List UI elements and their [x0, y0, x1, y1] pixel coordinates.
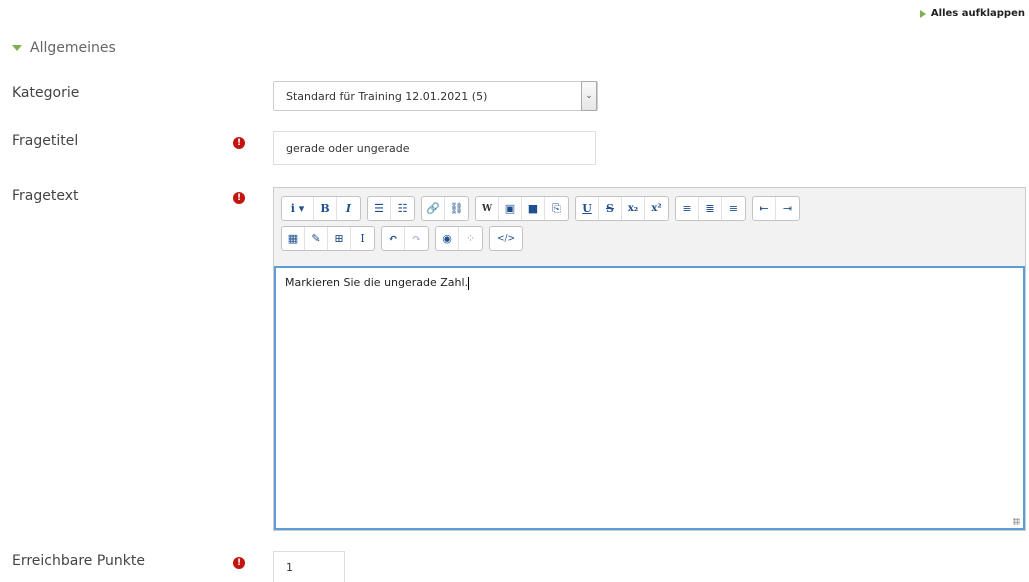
- required-icon: !: [233, 137, 245, 149]
- ordered-list-icon[interactable]: ☷: [391, 197, 414, 220]
- link-icon[interactable]: 🔗: [422, 197, 445, 220]
- unlink-icon[interactable]: ⛓: [445, 197, 468, 220]
- title-input[interactable]: gerade oder ungerade: [273, 131, 596, 165]
- edit-icon[interactable]: ✎: [305, 227, 328, 250]
- category-label: Kategorie: [12, 85, 80, 101]
- toolbar-group-format: U S x₂ x²: [575, 196, 669, 221]
- toolbar-group-lists: ☰ ☷: [367, 196, 415, 221]
- unordered-list-icon[interactable]: ☰: [368, 197, 391, 220]
- toolbar-group-align: ≡ ≣ ≡: [675, 196, 746, 221]
- toolbar-row-1: i ▾ B I ☰ ☷ 🔗 ⛓ W ▣ ■ ⎘ U S x₂ x² ≡ ≣ ≡ …: [281, 196, 1025, 221]
- underline-button[interactable]: U: [576, 197, 599, 220]
- indent-icon[interactable]: ⇥: [776, 197, 799, 220]
- rich-text-editor: i ▾ B I ☰ ☷ 🔗 ⛓ W ▣ ■ ⎘ U S x₂ x² ≡ ≣ ≡ …: [273, 187, 1026, 531]
- toolbar-group-history: ↶ ↷: [381, 226, 429, 251]
- points-label: Erreichbare Punkte: [12, 553, 146, 569]
- editor-text: Markieren Sie die ungerade Zahl.: [285, 276, 469, 289]
- paragraph-style-button[interactable]: i ▾: [282, 197, 314, 220]
- italic-button[interactable]: I: [337, 197, 360, 220]
- text-label: Fragetext: [12, 188, 79, 204]
- video-icon[interactable]: ■: [522, 197, 545, 220]
- toolbar-group-accessibility: ◉ ⁘: [435, 226, 483, 251]
- bold-button[interactable]: B: [314, 197, 337, 220]
- expand-all-label: Alles aufklappen: [930, 8, 1025, 19]
- editor-toolbar: i ▾ B I ☰ ☷ 🔗 ⛓ W ▣ ■ ⎘ U S x₂ x² ≡ ≣ ≡ …: [274, 188, 1025, 251]
- table-icon[interactable]: ⊞: [328, 227, 351, 250]
- section-toggle-allgemeines[interactable]: Allgemeines: [12, 40, 116, 56]
- section-title: Allgemeines: [30, 40, 116, 56]
- toolbar-group-html: </>: [489, 226, 523, 251]
- category-select[interactable]: Standard für Training 12.01.2021 (5) ⌄: [273, 81, 598, 111]
- expand-triangle-icon: [919, 9, 926, 18]
- points-input[interactable]: 1: [273, 551, 345, 582]
- category-value: Standard für Training 12.01.2021 (5): [286, 89, 488, 103]
- calculator-icon[interactable]: ▦: [282, 227, 305, 250]
- strikethrough-button[interactable]: S: [599, 197, 622, 220]
- align-center-icon[interactable]: ≣: [699, 197, 722, 220]
- subscript-button[interactable]: x₂: [622, 197, 645, 220]
- outdent-icon[interactable]: ⇤: [753, 197, 776, 220]
- image-icon[interactable]: ▣: [499, 197, 522, 220]
- toolbar-group-indent: ⇤ ⇥: [752, 196, 800, 221]
- html-source-icon[interactable]: </>: [490, 227, 522, 250]
- toolbar-group-insert: ▦ ✎ ⊞ Ⅰ: [281, 226, 375, 251]
- text-caret: [468, 276, 470, 290]
- accessibility-icon[interactable]: ◉: [436, 227, 459, 250]
- word-paste-icon[interactable]: W: [476, 197, 499, 220]
- toolbar-group-media: W ▣ ■ ⎘: [475, 196, 569, 221]
- redo-icon[interactable]: ↷: [405, 227, 428, 250]
- undo-icon[interactable]: ↶: [382, 227, 405, 250]
- required-icon: !: [233, 192, 245, 204]
- toolbar-group-links: 🔗 ⛓: [421, 196, 469, 221]
- collapse-triangle-icon: [12, 45, 22, 51]
- expand-all-link[interactable]: Alles aufklappen: [919, 8, 1025, 19]
- chevron-down-icon: ⌄: [581, 81, 597, 111]
- superscript-button[interactable]: x²: [645, 197, 668, 220]
- title-label: Fragetitel: [12, 133, 79, 149]
- toolbar-group-style: i ▾ B I: [281, 196, 361, 221]
- text-cursor-icon[interactable]: Ⅰ: [351, 227, 374, 250]
- align-left-icon[interactable]: ≡: [676, 197, 699, 220]
- resize-grip-icon[interactable]: [1013, 518, 1020, 525]
- required-icon: !: [233, 557, 245, 569]
- toolbar-row-2: ▦ ✎ ⊞ Ⅰ ↶ ↷ ◉ ⁘ </>: [281, 226, 1025, 251]
- align-right-icon[interactable]: ≡: [722, 197, 745, 220]
- screenreader-icon[interactable]: ⁘: [459, 227, 482, 250]
- manage-files-icon[interactable]: ⎘: [545, 197, 568, 220]
- editor-content-area[interactable]: Markieren Sie die ungerade Zahl.: [274, 266, 1025, 530]
